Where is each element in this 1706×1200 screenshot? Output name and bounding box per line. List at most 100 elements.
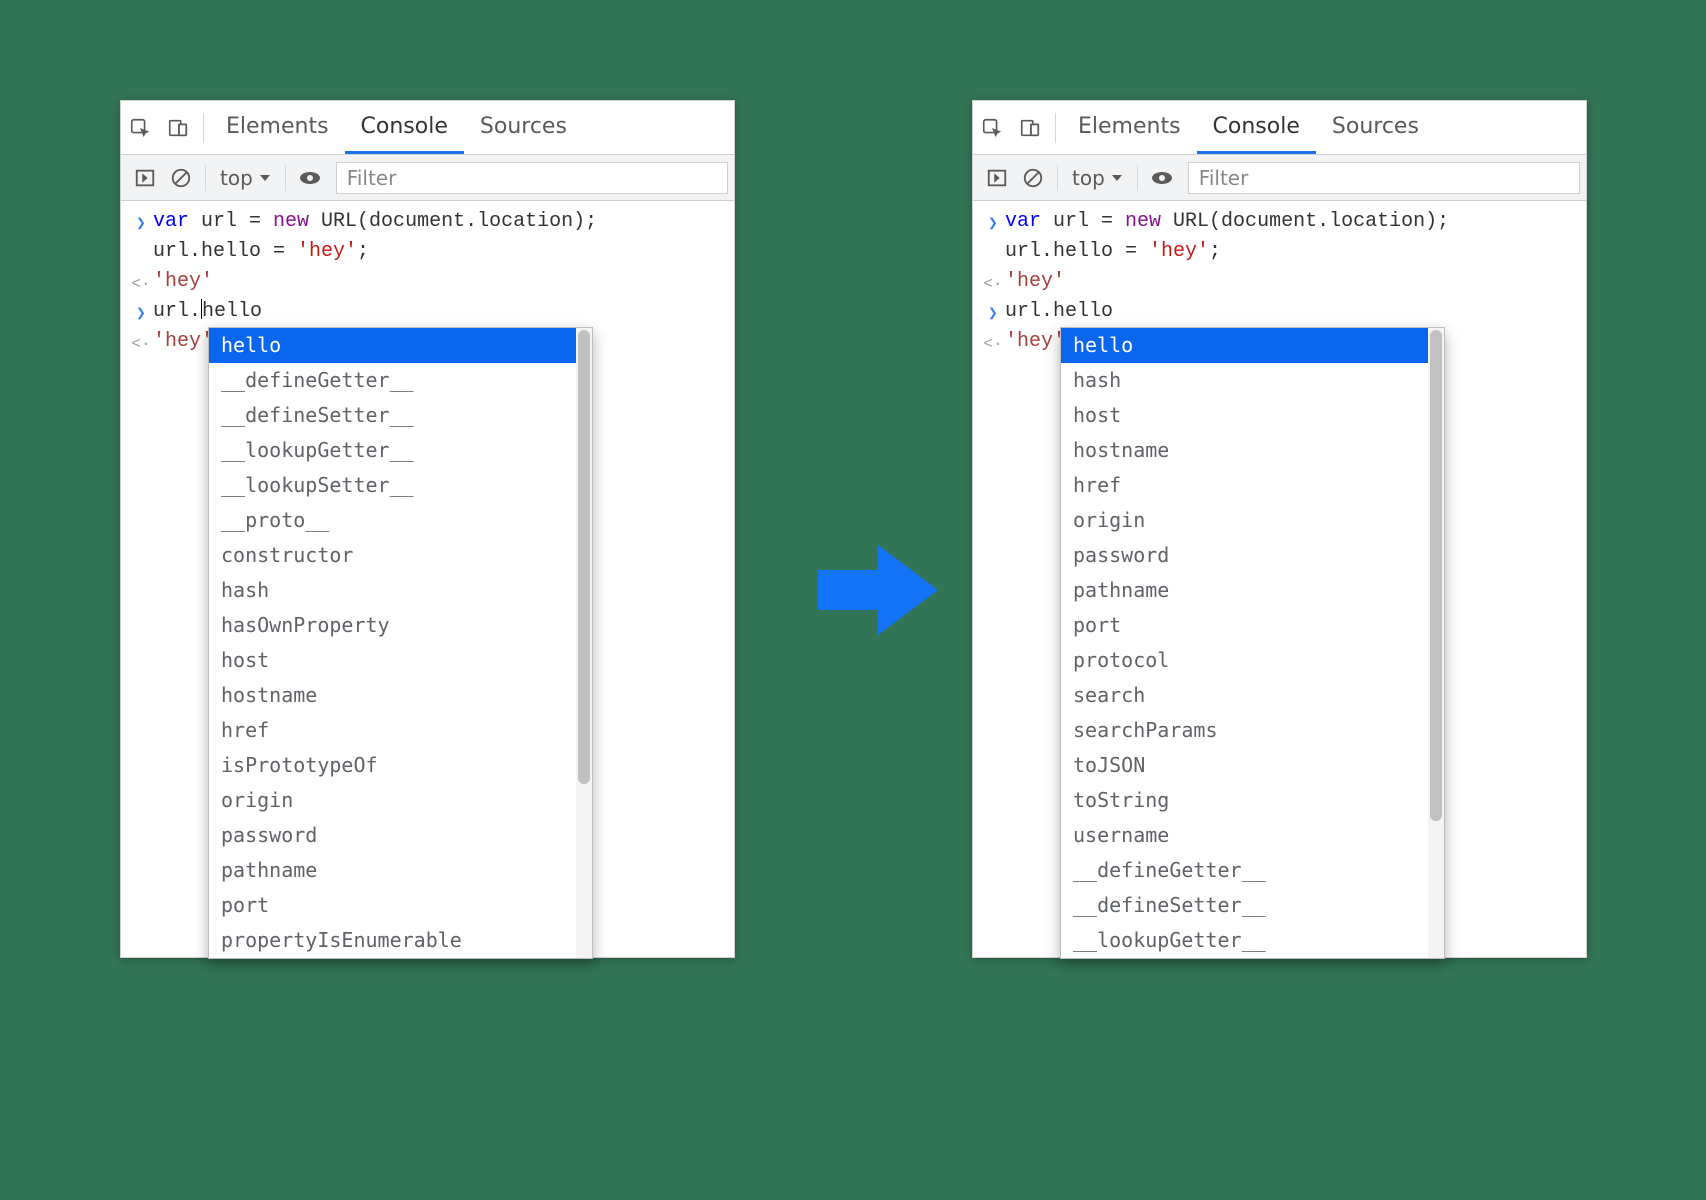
output-icon: <· — [129, 267, 153, 296]
output-value: 'hey' — [153, 330, 213, 353]
autocomplete-item[interactable]: password — [1061, 538, 1428, 573]
token: url = — [1041, 210, 1125, 233]
autocomplete-item[interactable]: hash — [209, 573, 576, 608]
separator — [1055, 113, 1056, 143]
devtools-panel-after: Elements Console Sources top Filter ❯ va… — [972, 100, 1587, 958]
token-keyword: new — [1125, 210, 1161, 233]
tab-elements[interactable]: Elements — [1062, 101, 1197, 154]
filter-placeholder: Filter — [347, 166, 397, 190]
autocomplete-item[interactable]: hello — [1061, 328, 1428, 363]
console-output: ❯ var url = new URL(document.location); … — [121, 201, 734, 957]
toggle-sidebar-icon[interactable] — [127, 160, 163, 196]
autocomplete-item[interactable]: searchParams — [1061, 713, 1428, 748]
token: url.hello = — [1005, 240, 1149, 263]
devtools-panel-before: Elements Console Sources top Filter ❯ va… — [120, 100, 735, 958]
console-input-row[interactable]: ❯ var url = new URL(document.location); … — [973, 207, 1586, 267]
filter-input[interactable]: Filter — [336, 162, 728, 194]
autocomplete-item[interactable]: href — [1061, 468, 1428, 503]
autocomplete-item[interactable]: port — [209, 888, 576, 923]
autocomplete-item[interactable]: href — [209, 713, 576, 748]
tab-console[interactable]: Console — [345, 101, 464, 154]
autocomplete-item[interactable]: constructor — [209, 538, 576, 573]
console-output-row: <· 'hey' — [121, 267, 734, 297]
autocomplete-item[interactable]: host — [209, 643, 576, 678]
autocomplete-item[interactable]: origin — [209, 783, 576, 818]
separator — [285, 165, 286, 191]
separator — [1137, 165, 1138, 191]
before-after-arrow — [818, 540, 938, 640]
token-string: 'hey' — [1149, 240, 1209, 263]
output-icon: <· — [981, 327, 1005, 356]
autocomplete-item[interactable]: __defineGetter__ — [209, 363, 576, 398]
execution-context-selector[interactable]: top — [212, 166, 279, 190]
autocomplete-item[interactable]: __proto__ — [209, 503, 576, 538]
autocomplete-item[interactable]: hostname — [209, 678, 576, 713]
console-toolbar: top Filter — [973, 155, 1586, 201]
chevron-down-icon — [1111, 172, 1123, 184]
live-expression-icon[interactable] — [292, 160, 328, 196]
autocomplete-popup: hellohashhosthostnamehreforiginpasswordp… — [1060, 327, 1445, 959]
console-output-row: <· 'hey' hello__defineGetter____defineSe… — [121, 327, 734, 357]
autocomplete-item[interactable]: origin — [1061, 503, 1428, 538]
autocomplete-item[interactable]: pathname — [209, 853, 576, 888]
autocomplete-popup: hello__defineGetter____defineSetter____l… — [208, 327, 593, 959]
inspect-element-icon[interactable] — [121, 108, 159, 148]
token: url.hello = — [153, 240, 297, 263]
scrollbar-thumb[interactable] — [1430, 330, 1442, 821]
scrollbar-thumb[interactable] — [578, 330, 590, 784]
token: url. — [1005, 300, 1053, 323]
autocomplete-item[interactable]: toString — [1061, 783, 1428, 818]
console-toolbar: top Filter — [121, 155, 734, 201]
autocomplete-item[interactable]: port — [1061, 608, 1428, 643]
output-value: 'hey' — [153, 270, 213, 293]
tab-sources[interactable]: Sources — [464, 101, 583, 154]
autocomplete-item[interactable]: protocol — [1061, 643, 1428, 678]
tab-sources[interactable]: Sources — [1316, 101, 1435, 154]
autocomplete-list: hello__defineGetter____defineSetter____l… — [209, 328, 576, 958]
autocomplete-item[interactable]: hash — [1061, 363, 1428, 398]
filter-input[interactable]: Filter — [1188, 162, 1580, 194]
tab-elements[interactable]: Elements — [210, 101, 345, 154]
autocomplete-item[interactable]: toJSON — [1061, 748, 1428, 783]
clear-console-icon[interactable] — [163, 160, 199, 196]
autocomplete-item[interactable]: propertyIsEnumerable — [209, 923, 576, 958]
autocomplete-item[interactable]: __defineSetter__ — [1061, 888, 1428, 923]
console-input-row[interactable]: ❯ var url = new URL(document.location); … — [121, 207, 734, 267]
autocomplete-item[interactable]: __lookupGetter__ — [1061, 923, 1428, 958]
autocomplete-scrollbar[interactable] — [576, 328, 592, 958]
autocomplete-item[interactable]: host — [1061, 398, 1428, 433]
prompt-icon: ❯ — [981, 207, 1005, 236]
autocomplete-item[interactable]: __defineSetter__ — [209, 398, 576, 433]
autocomplete-item[interactable]: __lookupGetter__ — [209, 433, 576, 468]
inspect-element-icon[interactable] — [973, 108, 1011, 148]
prompt-icon: ❯ — [981, 297, 1005, 326]
token: URL(document.location); — [1161, 210, 1449, 233]
autocomplete-item[interactable]: __lookupSetter__ — [209, 468, 576, 503]
console-input-row[interactable]: ❯ url.hello — [973, 297, 1586, 327]
autocomplete-item[interactable]: isPrototypeOf — [209, 748, 576, 783]
autocomplete-item[interactable]: hostname — [1061, 433, 1428, 468]
autocomplete-item[interactable]: username — [1061, 818, 1428, 853]
autocomplete-item[interactable]: pathname — [1061, 573, 1428, 608]
clear-console-icon[interactable] — [1015, 160, 1051, 196]
tab-console[interactable]: Console — [1197, 101, 1316, 154]
autocomplete-item[interactable]: search — [1061, 678, 1428, 713]
execution-context-selector[interactable]: top — [1064, 166, 1131, 190]
console-input-row[interactable]: ❯ url.hello — [121, 297, 734, 327]
token: URL(document.location); — [309, 210, 597, 233]
separator — [205, 165, 206, 191]
token: url = — [189, 210, 273, 233]
autocomplete-item[interactable]: hello — [209, 328, 576, 363]
device-toolbar-icon[interactable] — [159, 108, 197, 148]
console-output-row: <· 'hey' — [973, 267, 1586, 297]
autocomplete-item[interactable]: hasOwnProperty — [209, 608, 576, 643]
toggle-sidebar-icon[interactable] — [979, 160, 1015, 196]
console-output: ❯ var url = new URL(document.location); … — [973, 201, 1586, 957]
autocomplete-item[interactable]: password — [209, 818, 576, 853]
context-label: top — [1072, 166, 1105, 190]
token-keyword: var — [1005, 210, 1041, 233]
autocomplete-scrollbar[interactable] — [1428, 328, 1444, 958]
live-expression-icon[interactable] — [1144, 160, 1180, 196]
device-toolbar-icon[interactable] — [1011, 108, 1049, 148]
autocomplete-item[interactable]: __defineGetter__ — [1061, 853, 1428, 888]
